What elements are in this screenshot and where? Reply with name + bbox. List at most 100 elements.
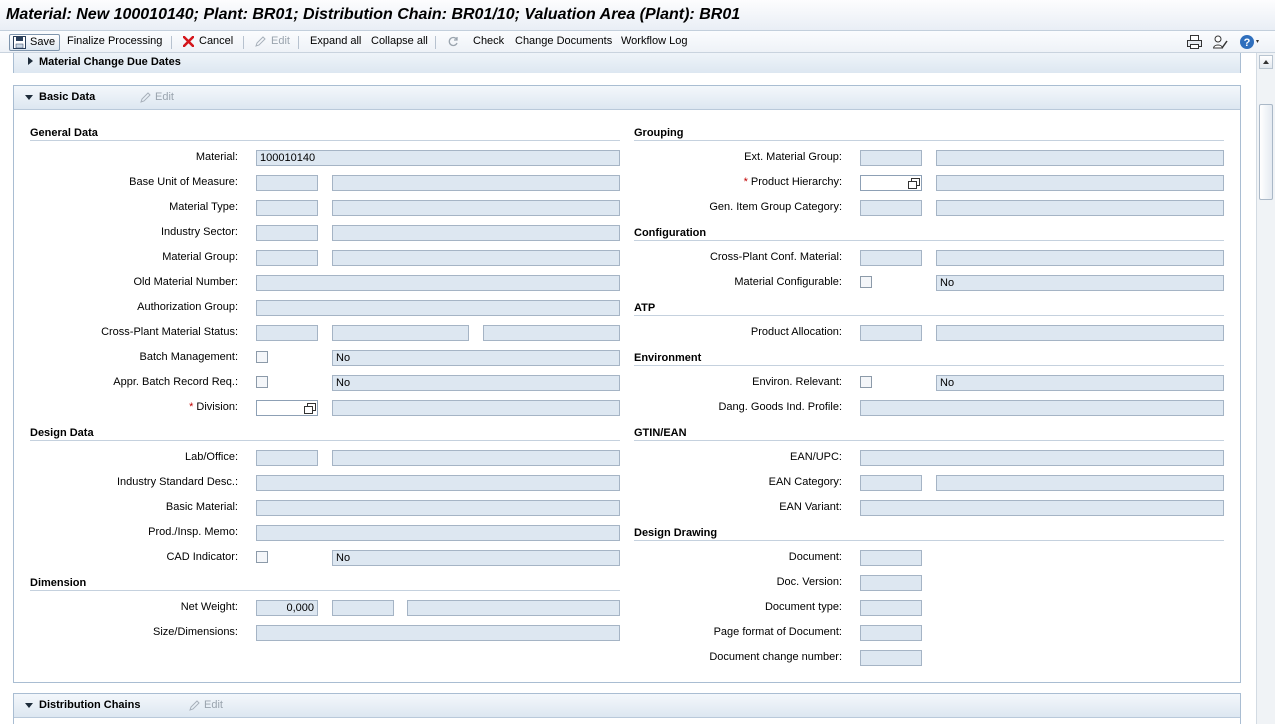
- personalize-icon[interactable]: [1213, 35, 1229, 50]
- edit-label: Edit: [271, 35, 290, 47]
- collapse-triangle-icon[interactable]: [25, 95, 33, 100]
- document-label: Document:: [788, 551, 842, 563]
- divider: [30, 590, 620, 591]
- divider: [634, 315, 1224, 316]
- distribution-chains-header[interactable]: Distribution Chains Edit: [14, 694, 1240, 718]
- divider: [30, 440, 620, 441]
- environ-relevant-checkbox[interactable]: [860, 376, 872, 388]
- vertical-scrollbar[interactable]: [1256, 53, 1275, 724]
- auth-group-field[interactable]: [256, 300, 620, 316]
- lab-office-field[interactable]: [256, 450, 318, 466]
- industry-sector-field[interactable]: [256, 225, 318, 241]
- industry-std-label: Industry Standard Desc.:: [116, 476, 238, 488]
- old-material-label: Old Material Number:: [133, 276, 238, 288]
- material-group-desc: [332, 250, 620, 266]
- appr-batch-checkbox[interactable]: [256, 376, 268, 388]
- material-group-field[interactable]: [256, 250, 318, 266]
- ean-category-field[interactable]: [860, 475, 922, 491]
- value-help-icon[interactable]: [908, 178, 920, 189]
- separator: [171, 36, 172, 49]
- xplant-status-field[interactable]: [256, 325, 318, 341]
- change-due-dates-header[interactable]: Material Change Due Dates: [14, 53, 1240, 73]
- chevron-up-icon: [1263, 60, 1269, 64]
- industry-sector-label: Industry Sector:: [160, 226, 238, 238]
- batch-mgmt-checkbox[interactable]: [256, 351, 268, 363]
- configurable-checkbox[interactable]: [860, 276, 872, 288]
- check-label: Check: [473, 35, 505, 47]
- doc-change-field[interactable]: [860, 650, 922, 666]
- xplant-conf-desc: [936, 250, 1224, 266]
- content-area: Material Change Due Dates Basic Data Edi…: [0, 53, 1256, 724]
- change-documents-button[interactable]: Change Documents: [515, 34, 612, 51]
- division-label: Division:: [196, 401, 238, 413]
- dang-goods-field[interactable]: [860, 400, 1224, 416]
- grouping-title: Grouping: [634, 127, 684, 139]
- dimension-title: Dimension: [30, 577, 87, 589]
- workflow-log-button[interactable]: Workflow Log: [621, 34, 687, 51]
- divider: [634, 440, 1224, 441]
- environ-relevant-label: Environ. Relevant:: [752, 376, 842, 388]
- basic-material-field[interactable]: [256, 500, 620, 516]
- scroll-thumb[interactable]: [1259, 104, 1273, 200]
- value-help-icon[interactable]: [304, 403, 316, 414]
- cancel-button[interactable]: Cancel: [183, 34, 233, 51]
- doc-type-label: Document type:: [764, 601, 842, 613]
- required-asterisk: *: [189, 401, 194, 413]
- scroll-up-button[interactable]: [1259, 55, 1273, 69]
- distribution-chains-edit-button[interactable]: Edit: [189, 699, 223, 711]
- doc-version-field[interactable]: [860, 575, 922, 591]
- ext-group-field[interactable]: [860, 150, 922, 166]
- material-group-label: Material Group:: [162, 251, 238, 263]
- page-format-field[interactable]: [860, 625, 922, 641]
- separator: [435, 36, 436, 49]
- prod-hier-label-row: * Product Hierarchy:: [622, 176, 842, 190]
- basic-data-edit-button[interactable]: Edit: [140, 91, 174, 103]
- material-type-desc: [332, 200, 620, 216]
- doc-type-field[interactable]: [860, 600, 922, 616]
- title-bar: Material: New 100010140; Plant: BR01; Di…: [0, 0, 1275, 31]
- xplant-status-desc: [332, 325, 469, 341]
- ean-field[interactable]: [860, 450, 1224, 466]
- industry-std-field[interactable]: [256, 475, 620, 491]
- prod-alloc-label: Product Allocation:: [750, 326, 842, 338]
- size-label: Size/Dimensions:: [153, 626, 238, 638]
- edit-button[interactable]: Edit: [255, 34, 290, 51]
- weight-unit-field[interactable]: [332, 600, 394, 616]
- auth-group-label: Authorization Group:: [137, 301, 238, 313]
- gen-item-field[interactable]: [860, 200, 922, 216]
- expand-all-button[interactable]: Expand all: [310, 34, 361, 51]
- net-weight-field[interactable]: 0,000: [256, 600, 318, 616]
- old-material-field[interactable]: [256, 275, 620, 291]
- prod-hier-field[interactable]: [860, 175, 922, 191]
- cad-checkbox[interactable]: [256, 551, 268, 563]
- cad-label: CAD Indicator:: [166, 551, 238, 563]
- base-uom-field[interactable]: [256, 175, 318, 191]
- size-field[interactable]: [256, 625, 620, 641]
- floppy-disk-icon: [13, 36, 26, 49]
- collapse-triangle-icon[interactable]: [25, 703, 33, 708]
- help-icon[interactable]: ?: [1239, 34, 1261, 50]
- finalize-processing-button[interactable]: Finalize Processing: [67, 34, 162, 51]
- cancel-x-icon: [183, 36, 194, 47]
- expand-triangle-icon[interactable]: [28, 57, 33, 65]
- material-field[interactable]: 100010140: [256, 150, 620, 166]
- ean-variant-field[interactable]: [860, 500, 1224, 516]
- material-type-field[interactable]: [256, 200, 318, 216]
- prod-alloc-field[interactable]: [860, 325, 922, 341]
- base-uom-label: Base Unit of Measure:: [129, 176, 238, 188]
- ext-group-label: Ext. Material Group:: [744, 151, 842, 163]
- basic-data-header[interactable]: Basic Data Edit: [14, 86, 1240, 110]
- material-type-label: Material Type:: [169, 201, 238, 213]
- collapse-all-button[interactable]: Collapse all: [371, 34, 428, 51]
- divider: [634, 540, 1224, 541]
- save-button[interactable]: Save: [9, 34, 61, 51]
- general-data-title: General Data: [30, 127, 98, 139]
- check-button[interactable]: Check: [448, 34, 504, 51]
- xplant-status-label: Cross-Plant Material Status:: [101, 326, 238, 338]
- prod-memo-field[interactable]: [256, 525, 620, 541]
- xplant-conf-label: Cross-Plant Conf. Material:: [709, 251, 842, 263]
- document-field[interactable]: [860, 550, 922, 566]
- xplant-conf-field[interactable]: [860, 250, 922, 266]
- print-icon[interactable]: [1187, 35, 1202, 49]
- division-field[interactable]: [256, 400, 318, 416]
